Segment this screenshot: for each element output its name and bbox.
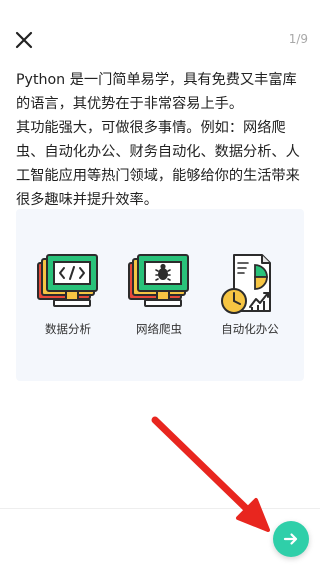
feature-label: 自动化办公	[221, 322, 279, 336]
intro-text: Python 是一门简单易学，具有免费又丰富库的语言，其优势在于非常容易上手。 …	[16, 68, 306, 212]
feature-office-automation: 自动化办公	[210, 251, 290, 337]
close-button[interactable]	[14, 30, 34, 50]
intro-paragraph: Python 是一门简单易学，具有免费又丰富库的语言，其优势在于非常容易上手。	[16, 72, 297, 112]
arrow-right-icon	[283, 533, 298, 545]
bug-monitor-icon	[128, 254, 189, 307]
feature-web-crawler: 网络爬虫	[119, 251, 199, 337]
page-counter: 1/9	[288, 32, 308, 46]
feature-label: 数据分析	[45, 322, 91, 336]
feature-card: 数据分析 网络爬虫 自动化办公	[16, 209, 304, 381]
report-clock-icon	[221, 254, 271, 314]
bottom-divider	[0, 508, 320, 509]
feature-label: 网络爬虫	[136, 322, 182, 336]
code-monitor-icon	[37, 254, 98, 307]
feature-data-analysis: 数据分析	[28, 251, 108, 337]
close-icon	[15, 31, 33, 49]
intro-paragraph: 其功能强大，可做很多事情。例如：网络爬虫、自动化办公、财务自动化、数据分析、人工…	[16, 120, 300, 208]
next-button[interactable]	[273, 521, 309, 557]
